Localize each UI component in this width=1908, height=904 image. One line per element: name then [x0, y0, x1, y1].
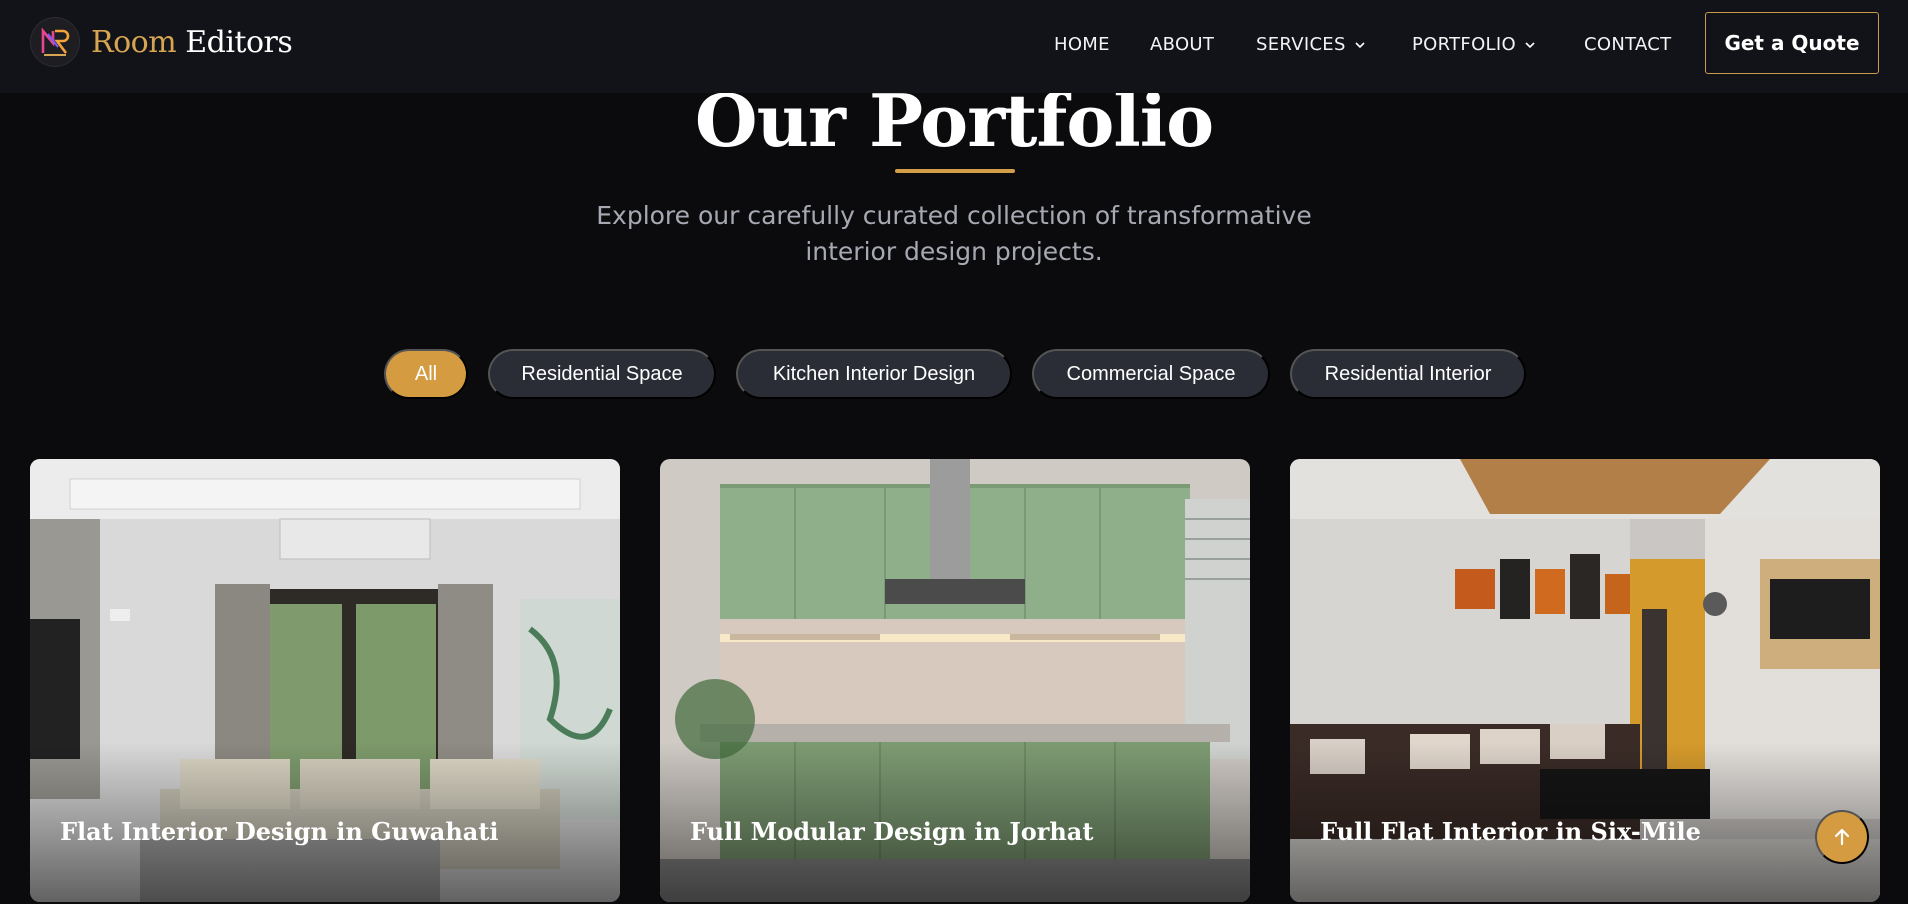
nav-about-label: ABOUT	[1150, 34, 1215, 55]
project-title: Flat Interior Design in Guwahati	[60, 817, 499, 846]
filter-residential-interior[interactable]: Residential Interior	[1290, 349, 1526, 399]
nav-portfolio[interactable]: PORTFOLIO	[1412, 34, 1536, 55]
brand-name: Room Editors	[91, 24, 293, 60]
nav-portfolio-label: PORTFOLIO	[1412, 34, 1516, 55]
nav-contact[interactable]: CONTACT	[1584, 34, 1671, 55]
chevron-down-icon	[1355, 41, 1365, 48]
project-card[interactable]: Full Modular Design in Jorhat	[660, 459, 1250, 902]
page-subtitle: Explore our carefully curated collection…	[596, 201, 1312, 266]
filter-kitchen-interior-design[interactable]: Kitchen Interior Design	[736, 349, 1012, 399]
arrow-up-icon	[1834, 828, 1850, 846]
nav-home[interactable]: HOME	[1054, 34, 1110, 55]
get-quote-button[interactable]: Get a Quote	[1705, 12, 1879, 74]
brand-logo-link[interactable]: Room Editors	[30, 17, 293, 67]
nav-services-label: SERVICES	[1256, 34, 1346, 55]
brand-name-part2: Editors	[185, 24, 293, 60]
filter-all[interactable]: All	[384, 349, 468, 399]
filter-commercial-space[interactable]: Commercial Space	[1032, 349, 1270, 399]
title-underline	[895, 169, 1015, 173]
project-card[interactable]: Full Flat Interior in Six-Mile	[1290, 459, 1880, 902]
nav-about[interactable]: ABOUT	[1150, 34, 1214, 55]
brand-name-part1: Room	[91, 24, 177, 60]
navbar: Room Editors HOME ABOUT SERVICES PORTFOL…	[0, 0, 1908, 93]
project-card[interactable]: Flat Interior Design in Guwahati	[30, 459, 620, 902]
filter-residential-space[interactable]: Residential Space	[488, 349, 716, 399]
project-title: Full Modular Design in Jorhat	[690, 817, 1094, 846]
nav-home-label: HOME	[1054, 34, 1110, 55]
project-title: Full Flat Interior in Six-Mile	[1320, 817, 1701, 846]
scroll-to-top-button[interactable]	[1815, 810, 1869, 864]
nav-contact-label: CONTACT	[1584, 34, 1672, 55]
chevron-down-icon	[1525, 41, 1535, 48]
nav-services[interactable]: SERVICES	[1256, 34, 1366, 55]
rm-logo-icon	[30, 17, 80, 67]
